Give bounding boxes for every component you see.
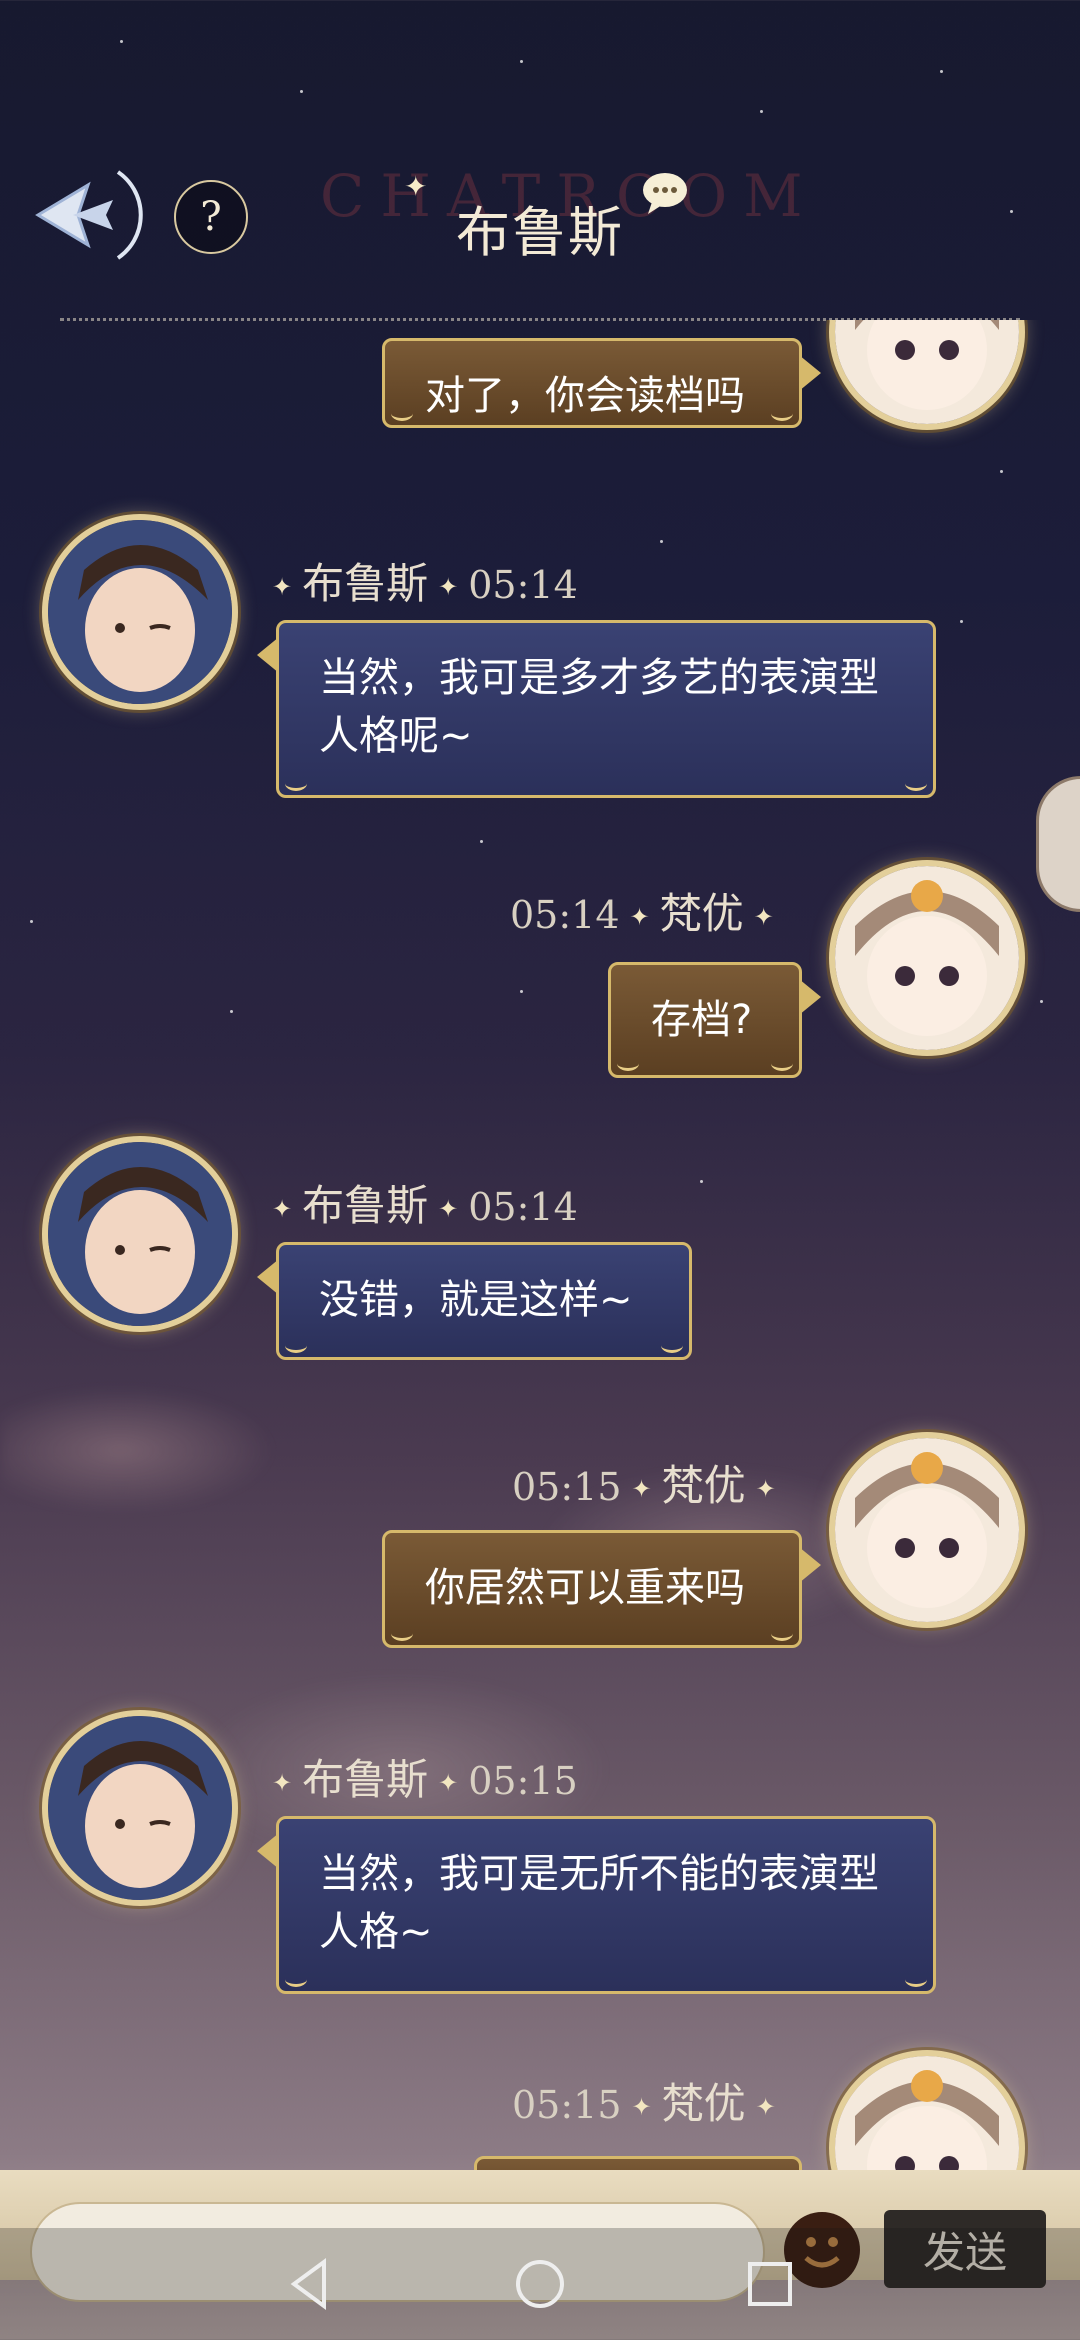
- message-text: 对了，你会读档吗: [425, 373, 745, 419]
- message-time: 05:14: [468, 563, 578, 607]
- floating-assistant-button[interactable]: [1036, 776, 1080, 912]
- nav-recents-icon[interactable]: [740, 2254, 800, 2314]
- message-bubble: 你居然可以重来吗: [382, 1530, 821, 1648]
- message-text: 当然，我可是多才多艺的表演型人格呢~: [319, 655, 879, 759]
- sender-name: 梵优: [661, 1461, 746, 1510]
- message-time: 05:14: [510, 893, 620, 937]
- message-meta: ✦ 布鲁斯 ✦ 05:14: [272, 1181, 578, 1230]
- message-meta: 05:15 ✦ 梵优 ✦: [512, 1461, 776, 1510]
- message-time: 05:15: [468, 1759, 578, 1803]
- page-title: 布鲁斯: [456, 201, 624, 264]
- avatar-user[interactable]: [835, 2056, 1019, 2170]
- message-time: 05:15: [512, 1465, 622, 1509]
- chat-header: ? CHATROOM ✦ 布鲁斯: [0, 150, 1080, 320]
- message-meta: 05:14 ✦ 梵优 ✦: [510, 889, 774, 938]
- system-nav-bar: [0, 2228, 1080, 2340]
- message-time: 05:15: [512, 2083, 622, 2127]
- message-bubble: 存档?: [608, 962, 821, 1078]
- message-bubble: 当然，我可是无所不能的表演型人格~: [257, 1816, 936, 1994]
- nav-home-icon[interactable]: [510, 2254, 570, 2314]
- avatar-bruce[interactable]: [48, 520, 232, 704]
- chat-bubble-icon: [643, 173, 687, 214]
- message-meta: ✦ 布鲁斯 ✦ 05:15: [272, 1755, 578, 1804]
- message-bubble: 当然，我可是多才多艺的表演型人格呢~: [257, 620, 936, 798]
- message-bubble: 对了，你会读档吗: [382, 338, 821, 428]
- avatar-user[interactable]: [835, 320, 1019, 424]
- sender-name: 布鲁斯: [302, 1181, 429, 1230]
- sender-name: 布鲁斯: [302, 559, 429, 608]
- avatar-bruce[interactable]: [48, 1716, 232, 1900]
- message-text: 存档?: [651, 997, 753, 1043]
- nav-back-icon[interactable]: [280, 2254, 340, 2314]
- message-bubble: 没错，就是这样~: [257, 1242, 692, 1360]
- message-list[interactable]: 对了，你会读档吗 ✦ 布鲁斯 ✦ 05:14 当然，我可是多才多艺的表演型人格呢~ 0…: [0, 320, 1080, 2170]
- avatar-user[interactable]: [835, 866, 1019, 1050]
- message-text: 当然，我可是无所不能的表演型人格~: [319, 1851, 879, 1955]
- message-time: 05:14: [468, 1185, 578, 1229]
- message-bubble: [474, 2156, 802, 2170]
- message-text: 你居然可以重来吗: [425, 1565, 745, 1611]
- message-text: 没错，就是这样~: [319, 1277, 633, 1323]
- avatar-bruce[interactable]: [48, 1142, 232, 1326]
- message-meta: 05:15 ✦ 梵优 ✦: [512, 2079, 776, 2128]
- sender-name: 梵优: [659, 889, 744, 938]
- sender-name: 布鲁斯: [302, 1755, 429, 1804]
- avatar-user[interactable]: [835, 1438, 1019, 1622]
- sender-name: 梵优: [661, 2079, 746, 2128]
- message-meta: ✦ 布鲁斯 ✦ 05:14: [272, 559, 578, 608]
